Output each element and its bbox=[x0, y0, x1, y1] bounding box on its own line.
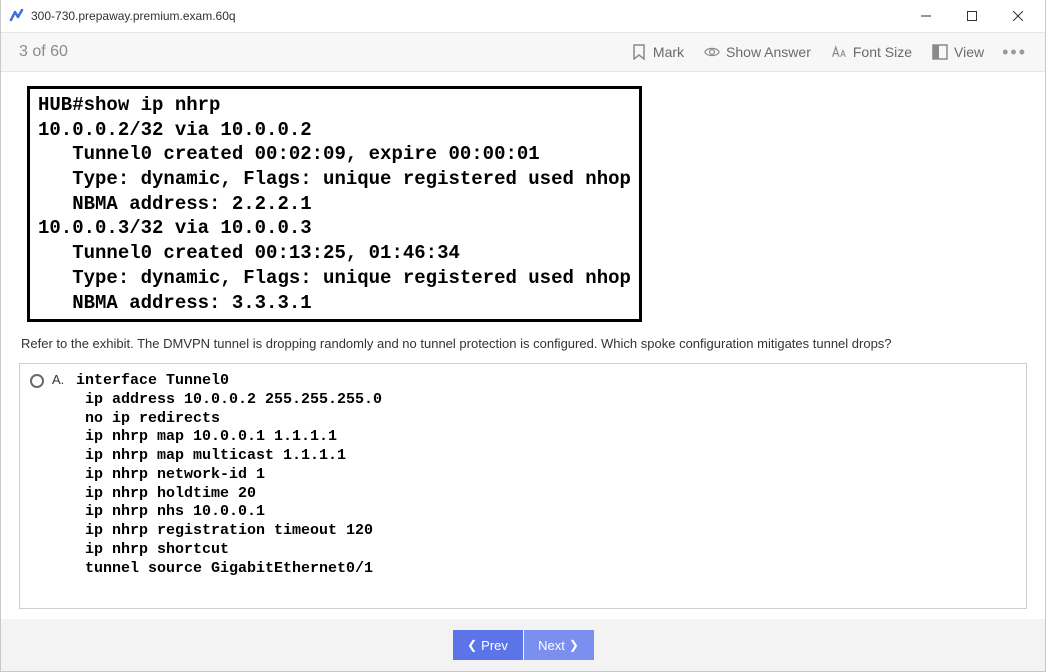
window-title: 300-730.prepaway.premium.exam.60q bbox=[31, 9, 903, 23]
maximize-button[interactable] bbox=[949, 0, 995, 32]
font-size-label: Font Size bbox=[853, 44, 912, 60]
prev-button[interactable]: ❮ Prev bbox=[453, 630, 523, 660]
titlebar: 300-730.prepaway.premium.exam.60q bbox=[1, 0, 1045, 32]
view-label: View bbox=[954, 44, 984, 60]
content-area: HUB#show ip nhrp 10.0.0.2/32 via 10.0.0.… bbox=[1, 72, 1045, 619]
mark-button[interactable]: Mark bbox=[621, 32, 694, 72]
show-answer-label: Show Answer bbox=[726, 44, 811, 60]
show-answer-button[interactable]: Show Answer bbox=[694, 32, 821, 72]
view-button[interactable]: View bbox=[922, 32, 994, 72]
app-window: 300-730.prepaway.premium.exam.60q 3 of 6… bbox=[0, 0, 1046, 672]
chevron-right-icon: ❯ bbox=[569, 638, 579, 652]
bookmark-icon bbox=[631, 44, 647, 60]
chevron-left-icon: ❮ bbox=[467, 638, 477, 652]
next-label: Next bbox=[538, 638, 565, 653]
font-size-button[interactable]: Font Size bbox=[821, 32, 922, 72]
question-progress: 3 of 60 bbox=[19, 43, 621, 61]
window-buttons bbox=[903, 0, 1041, 32]
option-a[interactable]: A. interface Tunnel0 ip address 10.0.0.2… bbox=[30, 372, 1016, 578]
app-icon bbox=[9, 8, 25, 24]
option-letter: A. bbox=[52, 372, 68, 387]
font-size-icon bbox=[831, 44, 847, 60]
view-icon bbox=[932, 44, 948, 60]
answers-panel: A. interface Tunnel0 ip address 10.0.0.2… bbox=[19, 363, 1027, 609]
next-button[interactable]: Next ❯ bbox=[524, 630, 594, 660]
mark-label: Mark bbox=[653, 44, 684, 60]
close-button[interactable] bbox=[995, 0, 1041, 32]
minimize-button[interactable] bbox=[903, 0, 949, 32]
option-code: interface Tunnel0 ip address 10.0.0.2 25… bbox=[76, 372, 382, 578]
exhibit-box: HUB#show ip nhrp 10.0.0.2/32 via 10.0.0.… bbox=[27, 86, 642, 322]
more-button[interactable]: ••• bbox=[994, 42, 1031, 63]
prev-label: Prev bbox=[481, 638, 508, 653]
question-text: Refer to the exhibit. The DMVPN tunnel i… bbox=[21, 336, 1027, 351]
toolbar: 3 of 60 Mark Show Answer Font Size View … bbox=[1, 32, 1045, 72]
radio-icon[interactable] bbox=[30, 374, 44, 388]
footer-bar: ❮ Prev Next ❯ bbox=[1, 619, 1045, 671]
eye-icon bbox=[704, 44, 720, 60]
